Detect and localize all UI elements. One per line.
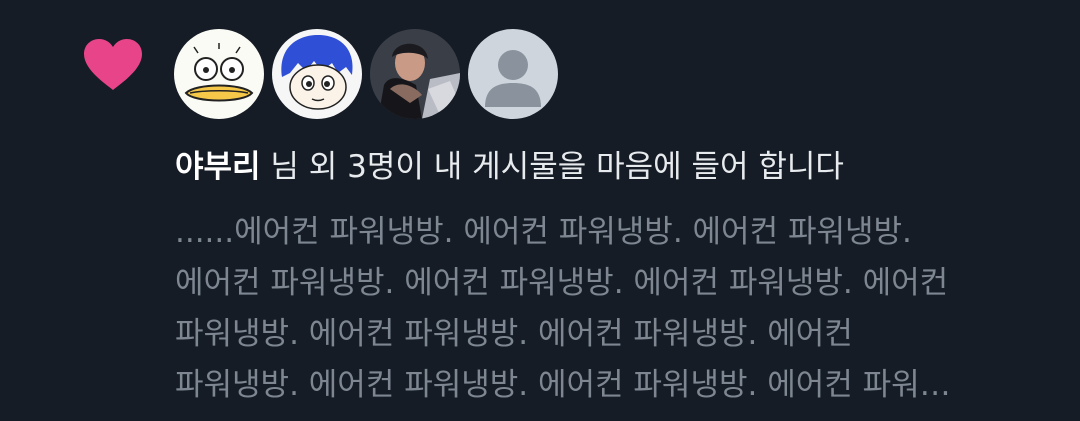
like-notification[interactable]: 야부리 님 외 3명이 내 게시물을 마음에 들어 합니다 ......에어컨 … bbox=[0, 0, 1080, 421]
avatar-group bbox=[174, 29, 558, 119]
default-avatar[interactable] bbox=[468, 29, 558, 119]
preview-line: 파워냉방. 에어컨 파워냉방. 에어컨 파워냉방. 에어컨 bbox=[175, 316, 853, 352]
preview-line: 파워냉방. 에어컨 파워냉방. 에어컨 파워냉방. 에어컨 파워… bbox=[175, 367, 951, 403]
notification-headline: 야부리 님 외 3명이 내 게시물을 마음에 들어 합니다 bbox=[175, 144, 1055, 190]
post-preview[interactable]: ......에어컨 파워냉방. 에어컨 파워냉방. 에어컨 파워냉방. 에어컨 … bbox=[175, 207, 1055, 411]
heart-icon bbox=[84, 39, 142, 90]
default-user-icon bbox=[468, 29, 558, 119]
notification-message: 님 외 3명이 내 게시물을 마음에 들어 합니다 bbox=[260, 149, 844, 185]
username[interactable]: 야부리 bbox=[175, 149, 261, 185]
preview-line: ......에어컨 파워냉방. 에어컨 파워냉방. 에어컨 파워냉방. bbox=[175, 214, 912, 250]
preview-line: 에어컨 파워냉방. 에어컨 파워냉방. 에어컨 파워냉방. 에어컨 bbox=[175, 265, 949, 301]
photo-avatar[interactable] bbox=[370, 29, 460, 119]
blue-hair-avatar[interactable] bbox=[272, 29, 362, 119]
duck-avatar[interactable] bbox=[174, 29, 264, 119]
